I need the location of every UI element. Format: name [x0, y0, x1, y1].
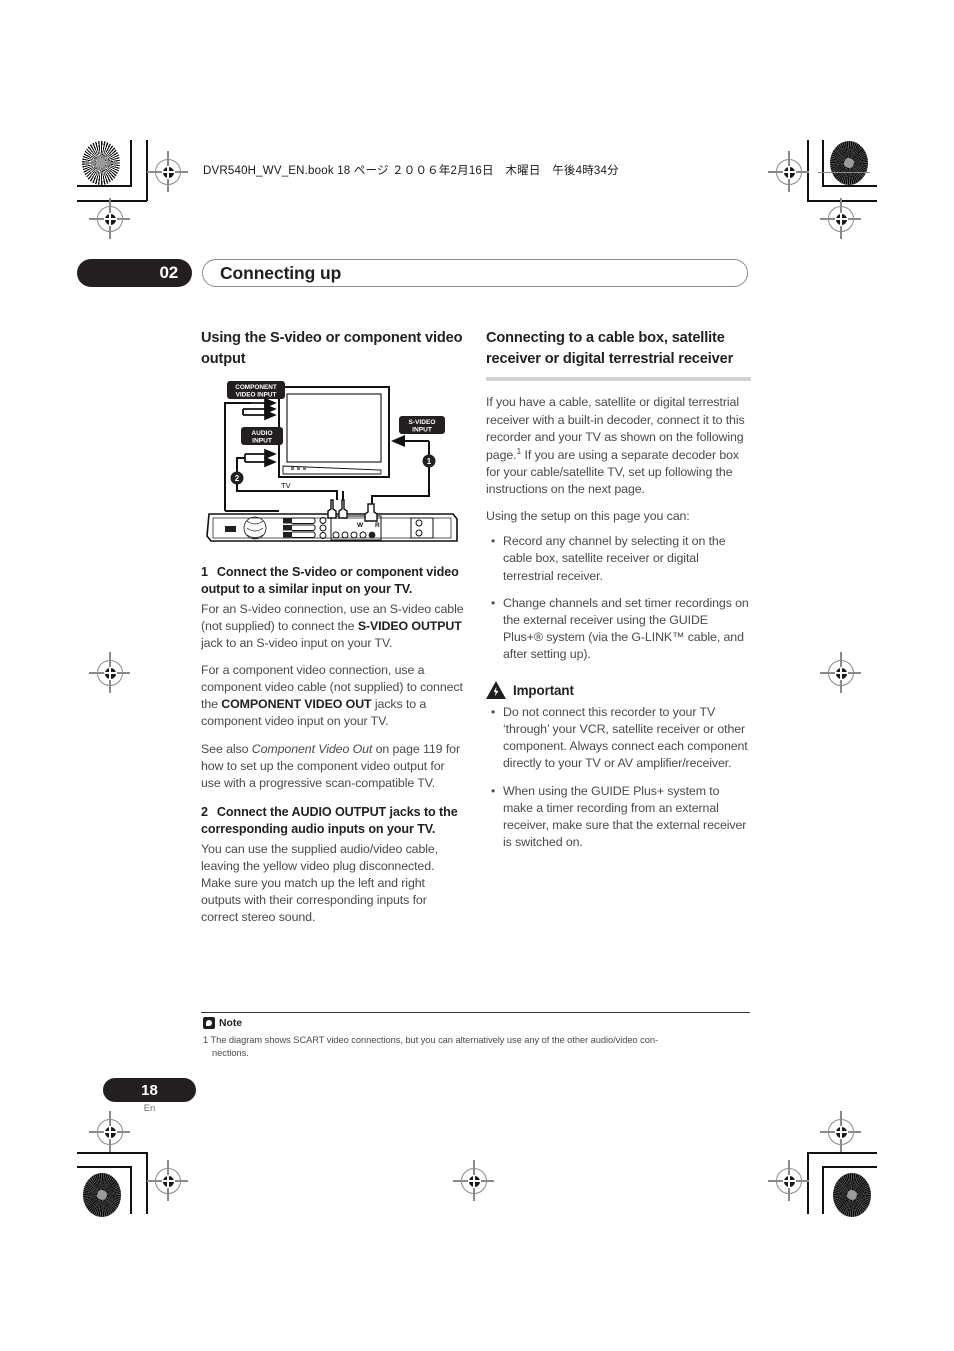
crop-mark-bottom-left-v	[146, 1152, 148, 1214]
crop-mark-bottom-right-h	[807, 1152, 877, 1154]
crop-mark-top-left-h	[77, 185, 132, 187]
right-section-heading: Connecting to a cable box, satellite rec…	[486, 330, 734, 367]
list-item: Do not connect this recorder to your TV …	[491, 704, 751, 772]
footnote-line-1: 1 The diagram shows SCART video connecti…	[203, 1035, 659, 1045]
crop-mark-bottom-right-v2	[822, 1166, 824, 1214]
svg-text:COMPONENT: COMPONENT	[235, 384, 277, 391]
left-column-steps: 1 Connect the S-video or component video …	[201, 552, 466, 936]
s-video-plug	[364, 503, 378, 522]
registration-mark-top-left	[147, 151, 188, 192]
svg-text:AUDIO: AUDIO	[251, 430, 272, 437]
registration-rosette-top-right	[830, 141, 868, 185]
registration-rosette-bottom-left	[83, 1173, 121, 1217]
registration-mark-top-right	[768, 151, 809, 192]
tv-illustration	[278, 386, 390, 478]
s-video-input-label: S-VIDEO INPUT	[399, 416, 445, 434]
registration-mark-right-middle	[820, 652, 861, 693]
book-file-header: DVR540H_WV_EN.book 18 ページ ２００６年2月16日 木曜日…	[203, 165, 619, 177]
registration-mark-left-lower	[89, 1111, 130, 1152]
seealso-text-a: See also	[201, 741, 252, 756]
left-column: Using the S-video or component video out…	[201, 328, 466, 373]
svg-text:1: 1	[427, 457, 432, 466]
registration-mark-right-upper	[820, 198, 861, 239]
crop-mark-bottom-left-h	[77, 1152, 147, 1154]
footnote-divider	[201, 1012, 750, 1014]
chapter-title-pill: Connecting up	[202, 259, 748, 287]
svideo-output-bold: S-VIDEO OUTPUT	[357, 618, 462, 633]
registration-mark-left-upper	[89, 198, 130, 239]
component-video-input-label: COMPONENT VIDEO INPUT	[227, 381, 285, 399]
important-heading: Important	[486, 681, 751, 700]
step-2-text: Connect the AUDIO OUTPUT jacks to the co…	[201, 804, 458, 837]
step-2-paragraph-1: You can use the supplied audio/video cab…	[201, 841, 439, 925]
svg-text:2: 2	[235, 474, 240, 483]
step-1-paragraph-2: For a component video connection, use a …	[201, 662, 466, 730]
header-rule	[818, 172, 870, 174]
crop-mark-bottom-right-h2	[822, 1166, 877, 1168]
step-2-number: 2	[201, 804, 208, 819]
svg-text:INPUT: INPUT	[412, 427, 432, 434]
registration-mark-bottom-left	[147, 1160, 188, 1201]
left-section-heading: Using the S-video or component video out…	[201, 330, 463, 367]
section-divider	[486, 377, 751, 382]
note-heading: Note	[203, 1017, 242, 1029]
crop-mark-bottom-left-v2	[130, 1166, 132, 1214]
note-label: Note	[219, 1017, 243, 1029]
svg-text:INPUT: INPUT	[252, 438, 272, 445]
list-item: Record any channel by selecting it on th…	[491, 533, 751, 584]
crop-mark-top-left-v	[130, 140, 132, 186]
registration-mark-left-middle	[89, 652, 130, 693]
crop-mark-top-right-v	[822, 140, 824, 186]
svg-text:W: W	[357, 522, 364, 529]
crop-mark-top-left-h2	[77, 200, 147, 202]
warning-triangle-icon	[486, 681, 506, 700]
important-bullet-list: Do not connect this recorder to your TV …	[486, 704, 751, 851]
registration-rosette-bottom-right	[833, 1173, 871, 1217]
setup-bullet-list: Record any channel by selecting it on th…	[486, 533, 751, 663]
important-label: Important	[513, 682, 574, 698]
component-video-out-bold: COMPONENT VIDEO OUT	[221, 697, 372, 712]
svg-text:S-VIDEO: S-VIDEO	[408, 419, 435, 426]
step-1-title: 1 Connect the S-video or component video …	[201, 564, 466, 599]
right-column: Connecting to a cable box, satellite rec…	[486, 328, 751, 861]
step-1-paragraph-3: See also Component Video Out on page 119…	[201, 741, 466, 792]
svg-text:VIDEO INPUT: VIDEO INPUT	[236, 392, 277, 399]
crop-mark-top-right-h2	[807, 200, 877, 202]
intro-paragraph: If you have a cable, satellite or digita…	[486, 394, 751, 498]
step-1-text: Connect the S-video or component video o…	[201, 565, 459, 597]
registration-rosette-top-left	[82, 141, 120, 185]
intro-text-b: If you are using a separate decoder box …	[486, 447, 740, 497]
seealso-italic-ref: Component Video Out	[251, 741, 373, 756]
registration-mark-bottom-center	[453, 1160, 494, 1201]
list-item: When using the GUIDE Plus+ system to mak…	[491, 783, 751, 851]
crop-mark-top-right-h	[822, 185, 877, 187]
footnote-text: 1 The diagram shows SCART video connecti…	[203, 1034, 751, 1060]
svg-text:R: R	[375, 522, 380, 529]
crop-mark-bottom-right-v	[807, 1152, 809, 1214]
footnote-line-2: nections.	[212, 1048, 249, 1059]
chapter-number-badge: 02	[77, 259, 192, 287]
crop-mark-bottom-left-h2	[77, 1166, 132, 1168]
step-1-number: 1	[201, 565, 208, 579]
connection-diagram: TV COMPONENT VIDEO INPUT AUDIO INPUT 2 S…	[205, 378, 467, 546]
page-language-label: En	[143, 1103, 156, 1114]
note-icon	[203, 1017, 215, 1029]
page-number-badge: 18	[103, 1078, 196, 1102]
registration-mark-right-lower	[820, 1111, 861, 1152]
list-item: Change channels and set timer recordings…	[491, 595, 751, 663]
step-1-paragraph-1: For an S-video connection, use an S-vide…	[201, 601, 466, 652]
registration-mark-bottom-right	[768, 1160, 809, 1201]
step-2-title: 2 Connect the AUDIO OUTPUT jacks to the c…	[201, 804, 466, 839]
svg-text:TV: TV	[281, 481, 291, 490]
setup-lead-in: Using the setup on this page you can:	[486, 509, 690, 524]
audio-input-label: AUDIO INPUT	[241, 427, 283, 445]
svideo-text-c: jack to an S-video input on your TV.	[201, 635, 393, 650]
